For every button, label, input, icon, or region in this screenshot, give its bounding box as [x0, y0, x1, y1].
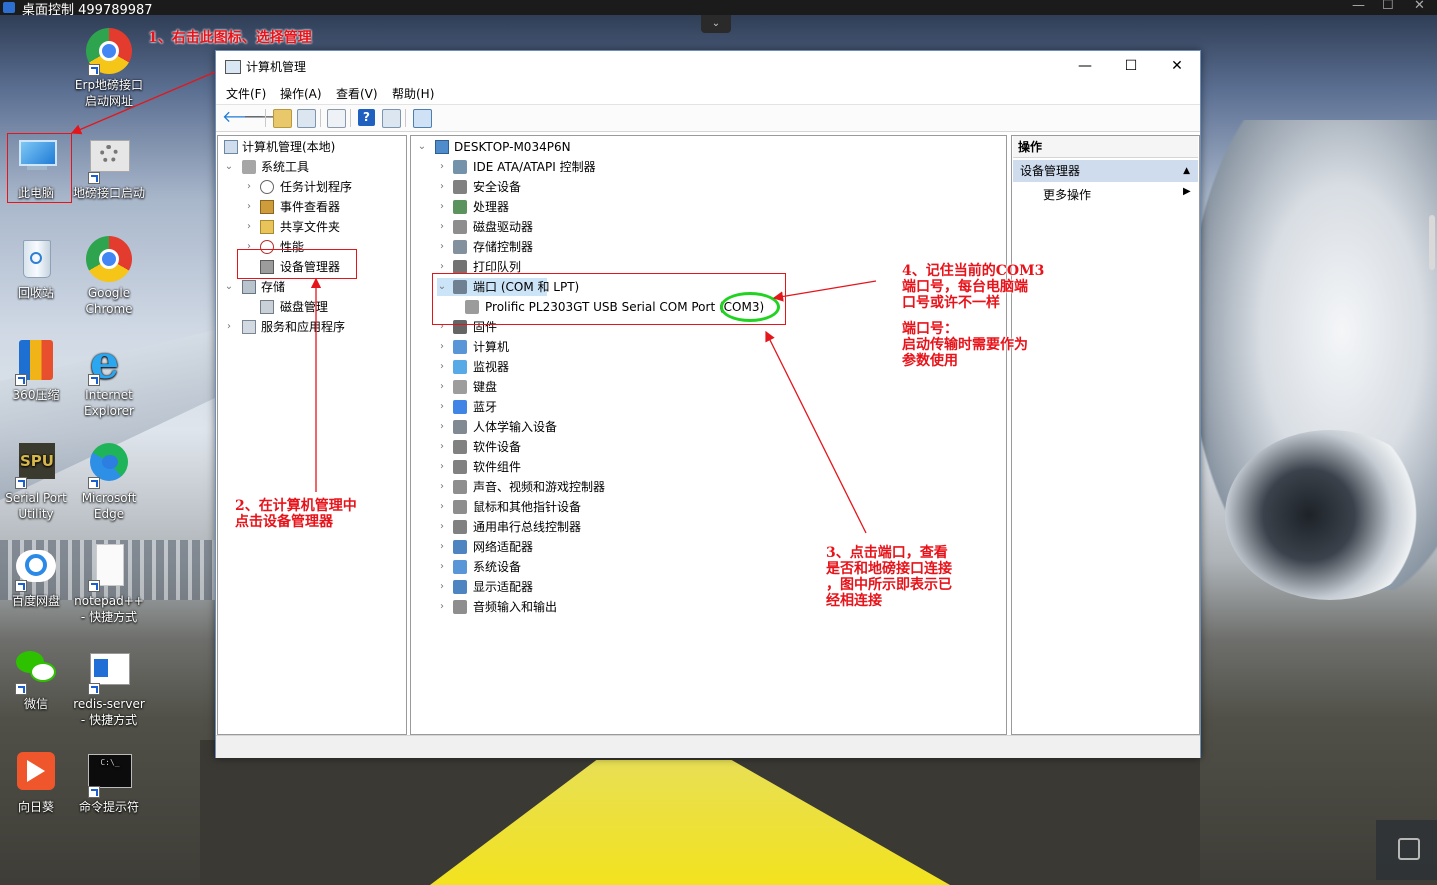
arrow-step4 — [772, 280, 877, 302]
scrollbar[interactable] — [1429, 215, 1435, 270]
screen-icon — [1398, 838, 1420, 860]
annotation-arrows — [70, 71, 877, 534]
arrow-step3 — [765, 330, 867, 534]
arrow-step1 — [70, 71, 216, 135]
remote-toolbar-widget[interactable] — [1376, 820, 1437, 880]
